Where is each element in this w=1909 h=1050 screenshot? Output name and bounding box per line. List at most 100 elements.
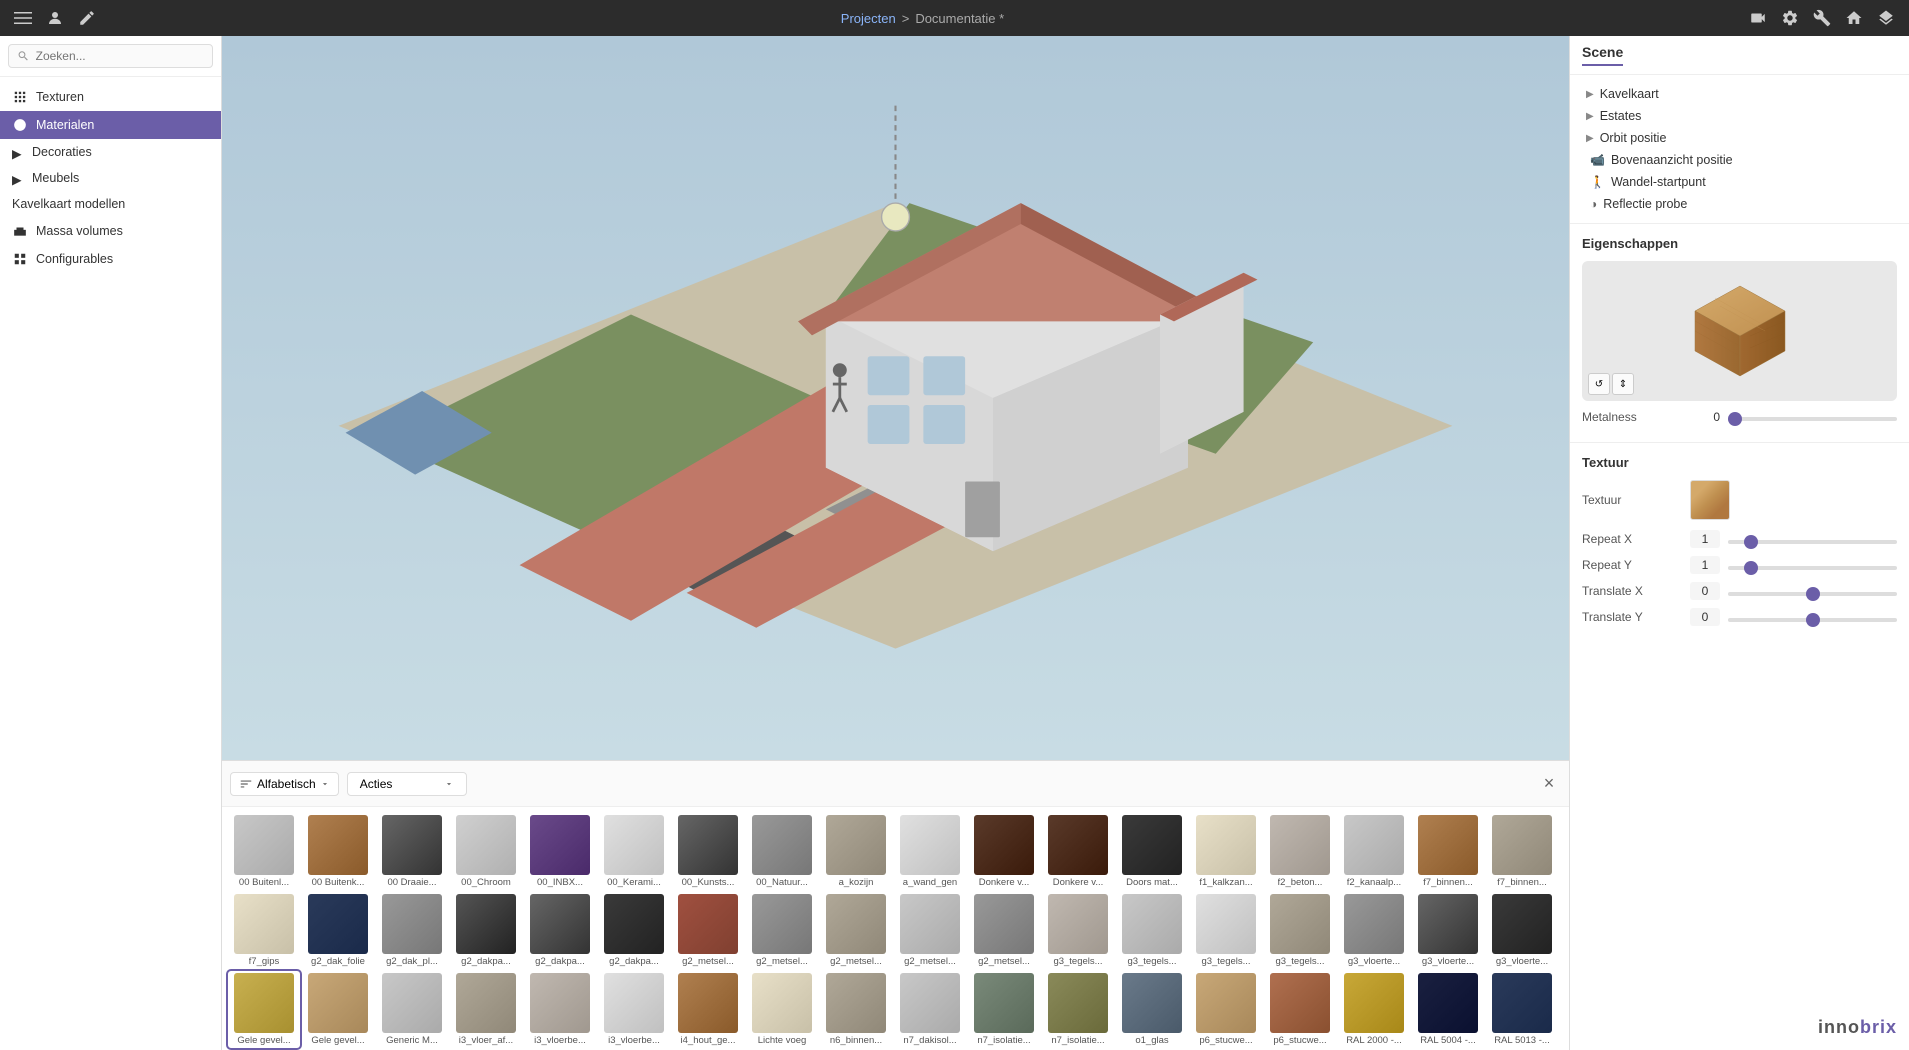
material-item[interactable]: 00_Chroom: [450, 813, 522, 890]
projects-link[interactable]: Projecten: [841, 11, 896, 26]
material-item[interactable]: 00 Buitenl...: [228, 813, 300, 890]
material-item[interactable]: i3_vloerbe...: [524, 971, 596, 1048]
material-item[interactable]: g2_dakpa...: [450, 892, 522, 969]
material-item[interactable]: g3_tegels...: [1264, 892, 1336, 969]
translate-y-slider[interactable]: [1728, 618, 1897, 622]
metalness-slider[interactable]: [1728, 417, 1897, 421]
textuur-preview[interactable]: [1690, 480, 1730, 520]
material-item[interactable]: Gele gevel...: [302, 971, 374, 1048]
close-button[interactable]: ×: [1537, 772, 1561, 796]
material-item[interactable]: f2_beton...: [1264, 813, 1336, 890]
edit-icon[interactable]: [76, 7, 98, 29]
material-item[interactable]: g3_vloerte...: [1486, 892, 1558, 969]
tools-icon[interactable]: [1811, 7, 1833, 29]
material-item[interactable]: f2_kanaalp...: [1338, 813, 1410, 890]
material-item[interactable]: 00 Draaie...: [376, 813, 448, 890]
material-item[interactable]: f1_kalkzan...: [1190, 813, 1262, 890]
material-item[interactable]: n6_binnen...: [820, 971, 892, 1048]
translate-x-label: Translate X: [1582, 584, 1682, 598]
home-icon[interactable]: [1843, 7, 1865, 29]
tree-item-bovenaanzicht[interactable]: 📹 Bovenaanzicht positie: [1570, 149, 1909, 171]
material-item[interactable]: Gele gevel...: [228, 971, 300, 1048]
material-item[interactable]: Donkere v...: [1042, 813, 1114, 890]
material-item[interactable]: n7_isolatie...: [1042, 971, 1114, 1048]
material-item[interactable]: 00_Natuur...: [746, 813, 818, 890]
metalness-value: 0: [1690, 410, 1720, 424]
sidebar-item-meubels[interactable]: ▶ Meubels: [0, 165, 221, 191]
material-item[interactable]: i3_vloerbe...: [598, 971, 670, 1048]
material-item[interactable]: Doors mat...: [1116, 813, 1188, 890]
material-item[interactable]: RAL 2000 -...: [1338, 971, 1410, 1048]
material-item[interactable]: g3_tegels...: [1042, 892, 1114, 969]
search-input[interactable]: [36, 49, 204, 63]
material-item[interactable]: Lichte voeg: [746, 971, 818, 1048]
sort-select[interactable]: Alfabetisch: [230, 772, 339, 796]
material-item[interactable]: p6_stucwe...: [1264, 971, 1336, 1048]
material-item[interactable]: f7_binnen...: [1412, 813, 1484, 890]
sidebar-item-kavelkaart[interactable]: Kavelkaart modellen: [0, 191, 221, 217]
sidebar-item-texturen[interactable]: Texturen: [0, 83, 221, 111]
layers-icon[interactable]: [1875, 7, 1897, 29]
search-input-wrap[interactable]: [8, 44, 213, 68]
preview-btn-adjust[interactable]: ⇕: [1612, 373, 1634, 395]
material-item[interactable]: RAL 5013 -...: [1486, 971, 1558, 1048]
material-item[interactable]: Generic M...: [376, 971, 448, 1048]
material-item[interactable]: g2_metsel...: [672, 892, 744, 969]
viewport[interactable]: [222, 36, 1569, 760]
material-item[interactable]: g3_vloerte...: [1338, 892, 1410, 969]
actions-select[interactable]: Acties: [347, 772, 467, 796]
material-item[interactable]: g2_dakpa...: [598, 892, 670, 969]
menu-icon[interactable]: [12, 7, 34, 29]
material-item[interactable]: g2_dak_folie: [302, 892, 374, 969]
material-label: i3_vloerbe...: [608, 1035, 660, 1046]
tree-item-kavelkaart[interactable]: ▶ Kavelkaart: [1570, 83, 1909, 105]
sidebar-item-decoraties[interactable]: ▶ Decoraties: [0, 139, 221, 165]
material-item[interactable]: g3_tegels...: [1116, 892, 1188, 969]
material-item[interactable]: i3_vloer_af...: [450, 971, 522, 1048]
gear-icon[interactable]: [1779, 7, 1801, 29]
tree-item-wandel[interactable]: 🚶 Wandel-startpunt: [1570, 171, 1909, 193]
material-label: 00_Kerami...: [607, 877, 661, 888]
material-item[interactable]: n7_dakisol...: [894, 971, 966, 1048]
material-thumb: [456, 815, 516, 875]
repeat-x-slider[interactable]: [1728, 540, 1897, 544]
material-item[interactable]: Donkere v...: [968, 813, 1040, 890]
sidebar-item-massa[interactable]: Massa volumes: [0, 217, 221, 245]
sidebar-item-configurables[interactable]: Configurables: [0, 245, 221, 273]
material-label: Generic M...: [386, 1035, 438, 1046]
material-item[interactable]: a_kozijn: [820, 813, 892, 890]
material-item[interactable]: a_wand_gen: [894, 813, 966, 890]
material-item[interactable]: g3_tegels...: [1190, 892, 1262, 969]
material-item[interactable]: g2_metsel...: [746, 892, 818, 969]
material-item[interactable]: g2_dak_pl...: [376, 892, 448, 969]
material-item[interactable]: 00_Kerami...: [598, 813, 670, 890]
material-item[interactable]: 00_INBX...: [524, 813, 596, 890]
material-item[interactable]: g2_metsel...: [968, 892, 1040, 969]
material-item[interactable]: 00 Buitenk...: [302, 813, 374, 890]
material-item[interactable]: g3_vloerte...: [1412, 892, 1484, 969]
camera-tree-icon: 📹: [1590, 153, 1605, 167]
repeat-y-slider[interactable]: [1728, 566, 1897, 570]
material-item[interactable]: n7_isolatie...: [968, 971, 1040, 1048]
material-label: n7_isolatie...: [977, 1035, 1030, 1046]
material-item[interactable]: RAL 5004 -...: [1412, 971, 1484, 1048]
material-item[interactable]: g2_metsel...: [820, 892, 892, 969]
material-item[interactable]: f7_binnen...: [1486, 813, 1558, 890]
translate-x-slider[interactable]: [1728, 592, 1897, 596]
material-item[interactable]: 00_Kunsts...: [672, 813, 744, 890]
preview-btn-refresh[interactable]: ↺: [1588, 373, 1610, 395]
tree-item-estates[interactable]: ▶ Estates: [1570, 105, 1909, 127]
material-item[interactable]: g2_metsel...: [894, 892, 966, 969]
tree-item-orbit[interactable]: ▶ Orbit positie: [1570, 127, 1909, 149]
material-item[interactable]: o1_glas: [1116, 971, 1188, 1048]
material-item[interactable]: i4_hout_ge...: [672, 971, 744, 1048]
material-item[interactable]: p6_stucwe...: [1190, 971, 1262, 1048]
user-icon[interactable]: [44, 7, 66, 29]
camera-icon[interactable]: [1747, 7, 1769, 29]
material-label: g2_dakpa...: [535, 956, 585, 967]
tree-item-reflectie[interactable]: ◑ Reflectie probe: [1570, 193, 1909, 215]
material-item[interactable]: f7_gips: [228, 892, 300, 969]
translate-x-row: Translate X 0: [1582, 582, 1897, 600]
sidebar-item-materialen[interactable]: Materialen: [0, 111, 221, 139]
material-item[interactable]: g2_dakpa...: [524, 892, 596, 969]
